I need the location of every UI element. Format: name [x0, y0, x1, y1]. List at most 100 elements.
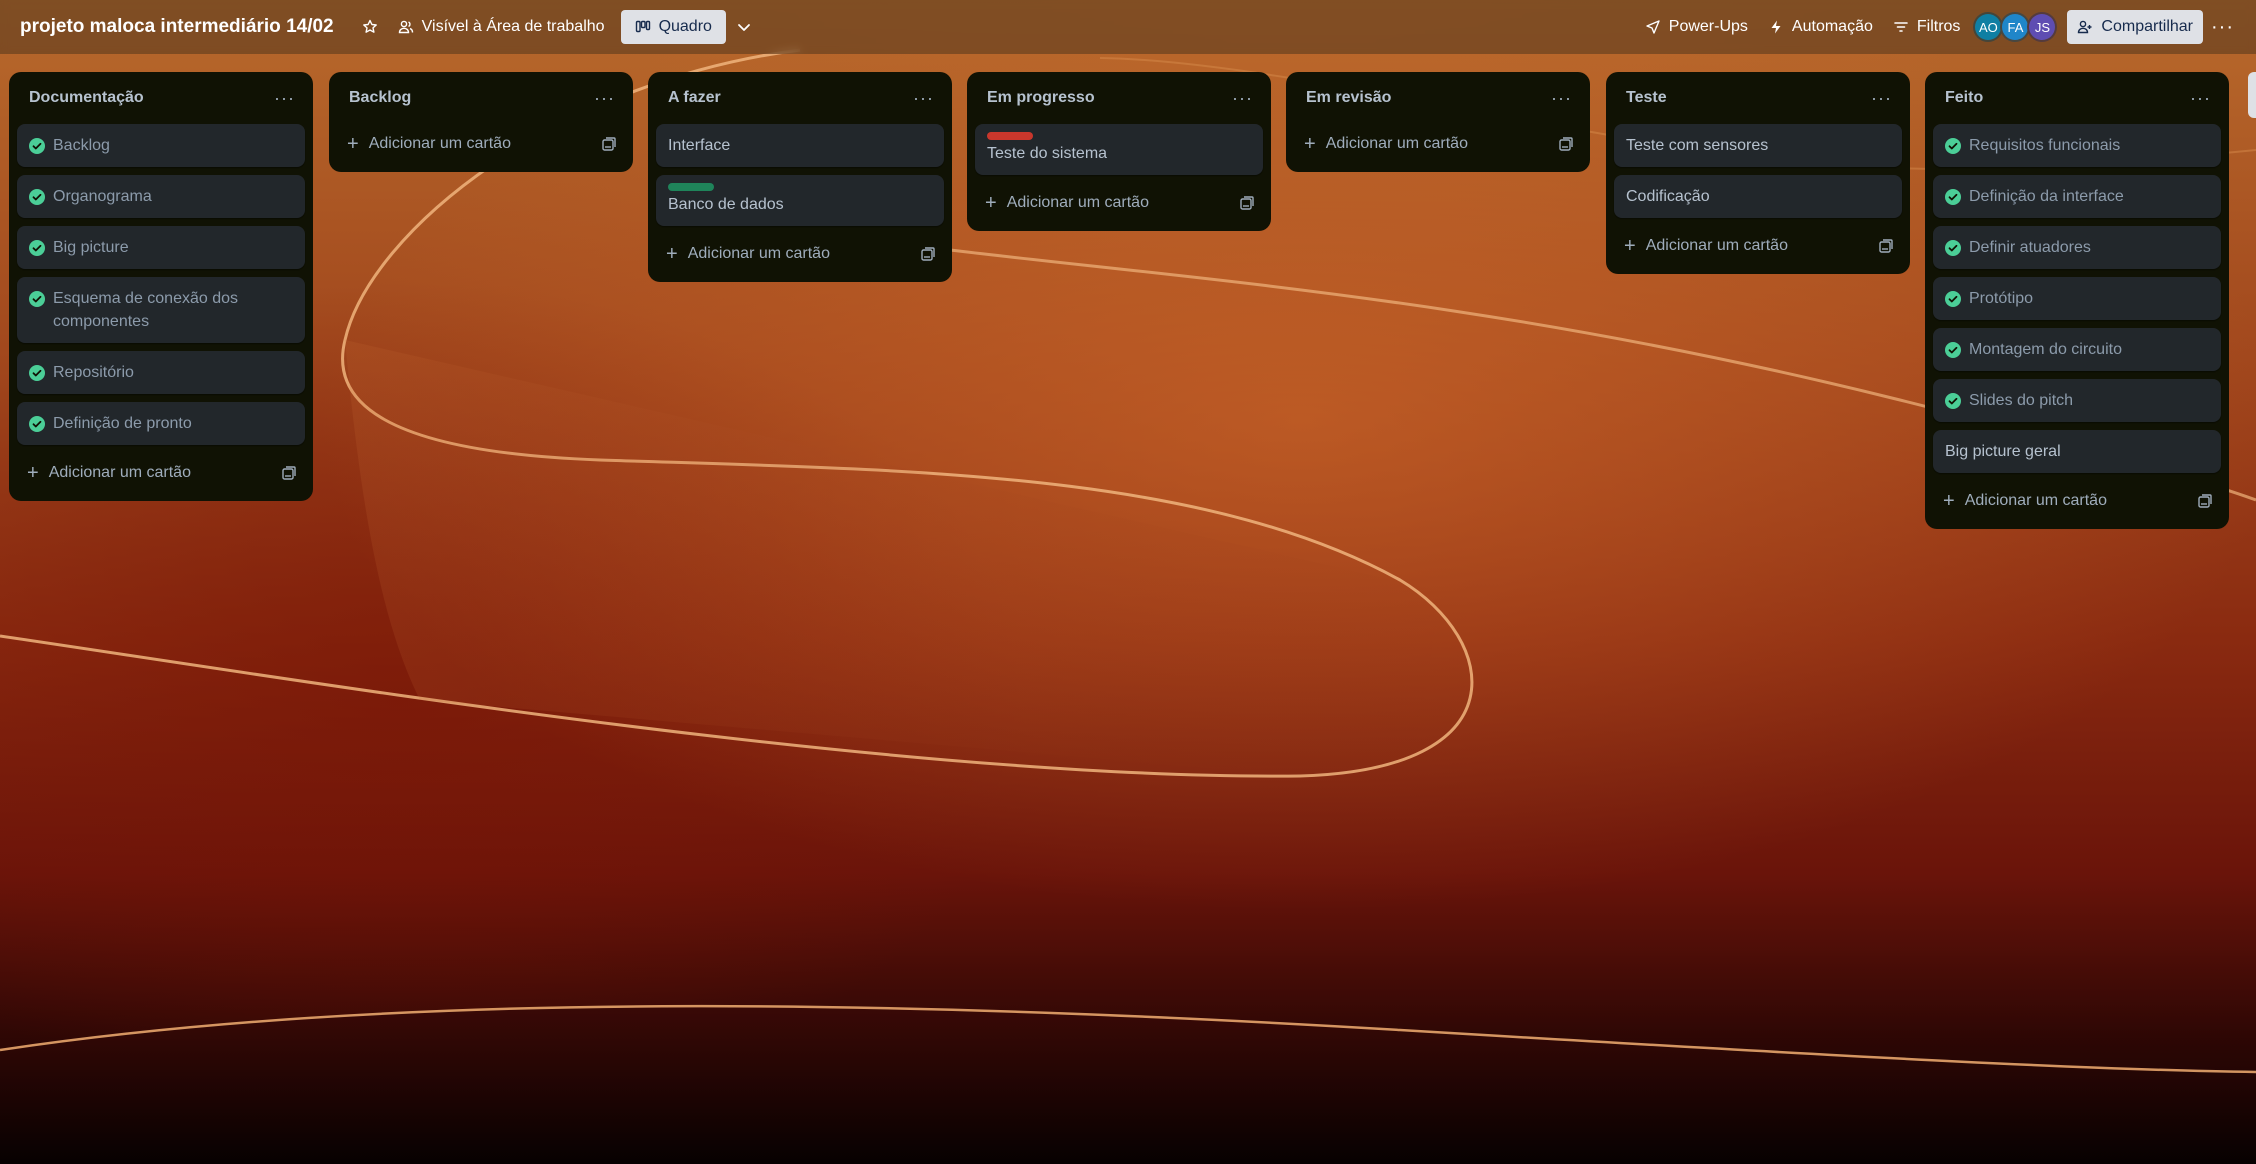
board-scroll-handle[interactable]	[2248, 72, 2256, 118]
list-menu-button[interactable]: ···	[2190, 88, 2211, 109]
list-title[interactable]: Em revisão	[1306, 89, 1391, 107]
view-switcher-button[interactable]	[726, 10, 762, 44]
list-column[interactable]: Backlog ··· + Adicionar um cartão	[329, 72, 633, 172]
list-title[interactable]: Teste	[1626, 89, 1667, 107]
share-button[interactable]: Compartilhar	[2067, 10, 2204, 44]
add-card-button[interactable]: + Adicionar um cartão	[985, 193, 1149, 213]
card[interactable]: Big picture geral	[1933, 430, 2221, 473]
add-card-label: Adicionar um cartão	[1325, 135, 1468, 152]
member-avatar[interactable]: JS	[2027, 12, 2058, 42]
check-circle-icon	[29, 189, 45, 205]
card-template-icon[interactable]	[281, 465, 297, 481]
rocket-icon	[1646, 20, 1660, 34]
card[interactable]: Organograma	[17, 175, 305, 218]
card-title: Esquema de conexão dos componentes	[53, 290, 239, 330]
list-column[interactable]: Documentação ··· Backlog Organograma Big pic…	[9, 72, 313, 501]
card[interactable]: Big picture	[17, 226, 305, 269]
plus-icon: +	[666, 243, 678, 265]
member-avatar[interactable]: FA	[2000, 12, 2031, 42]
add-card-label: Adicionar um cartão	[48, 464, 191, 481]
card-title: Interface	[668, 137, 731, 154]
people-icon	[398, 20, 413, 34]
card-title: Big picture	[53, 239, 129, 256]
card-template-icon[interactable]	[2197, 493, 2213, 509]
card[interactable]: Definir atuadores	[1933, 226, 2221, 269]
list-header: Backlog ···	[337, 72, 625, 124]
plus-icon: +	[1304, 133, 1316, 155]
card[interactable]: Interface	[656, 124, 944, 167]
list-column[interactable]: Teste ··· Teste com sensores Codificação + Ad…	[1606, 72, 1910, 274]
card-template-icon[interactable]	[920, 246, 936, 262]
list-header: Teste ···	[1614, 72, 1902, 124]
check-circle-icon	[29, 291, 45, 307]
add-card-label: Adicionar um cartão	[1964, 492, 2107, 509]
add-card-button[interactable]: + Adicionar um cartão	[27, 463, 191, 483]
plus-icon: +	[1624, 235, 1636, 257]
card[interactable]: Teste do sistema	[975, 124, 1263, 175]
add-card-button[interactable]: + Adicionar um cartão	[347, 134, 511, 154]
card-label[interactable]	[668, 183, 714, 191]
add-card-button[interactable]: + Adicionar um cartão	[1943, 491, 2107, 511]
card-title: Organograma	[53, 188, 152, 205]
list-column[interactable]: Em progresso ··· Teste do sistema + Adiciona…	[967, 72, 1271, 231]
add-card-row: + Adicionar um cartão	[1614, 226, 1902, 266]
card[interactable]: Backlog	[17, 124, 305, 167]
card[interactable]: Protótipo	[1933, 277, 2221, 320]
list-menu-button[interactable]: ···	[913, 88, 934, 109]
add-card-label: Adicionar um cartão	[1645, 237, 1788, 254]
automation-button[interactable]: Automação	[1758, 10, 1883, 44]
list-title[interactable]: Backlog	[349, 89, 411, 107]
powerups-label: Power-Ups	[1668, 18, 1748, 35]
list-title[interactable]: Em progresso	[987, 89, 1095, 107]
powerups-button[interactable]: Power-Ups	[1635, 10, 1758, 44]
list-menu-button[interactable]: ···	[1232, 88, 1253, 109]
list-menu-button[interactable]: ···	[274, 88, 295, 109]
star-board-button[interactable]	[352, 10, 388, 44]
card[interactable]: Montagem do circuito	[1933, 328, 2221, 371]
card-template-icon[interactable]	[601, 136, 617, 152]
add-card-row: + Adicionar um cartão	[1933, 481, 2221, 521]
list-title[interactable]: Feito	[1945, 89, 1983, 107]
list-menu-button[interactable]: ···	[1871, 88, 1892, 109]
card-template-icon[interactable]	[1558, 136, 1574, 152]
member-avatar[interactable]: AO	[1973, 12, 2004, 42]
card[interactable]: Esquema de conexão dos componentes	[17, 277, 305, 343]
board-members: AO FA JS	[1973, 12, 2058, 42]
card[interactable]: Slides do pitch	[1933, 379, 2221, 422]
list-title[interactable]: Documentação	[29, 89, 144, 107]
card[interactable]: Repositório	[17, 351, 305, 394]
card-title: Protótipo	[1969, 290, 2034, 307]
add-card-row: + Adicionar um cartão	[975, 183, 1263, 223]
add-card-button[interactable]: + Adicionar um cartão	[1624, 236, 1788, 256]
card-title: Requisitos funcionais	[1969, 137, 2121, 154]
list-menu-button[interactable]: ···	[594, 88, 615, 109]
add-card-button[interactable]: + Adicionar um cartão	[1304, 134, 1468, 154]
card-template-icon[interactable]	[1239, 195, 1255, 211]
visibility-button[interactable]: Visível à Área de trabalho	[388, 10, 615, 44]
card-title: Big picture geral	[1945, 443, 2061, 460]
card[interactable]: Codificação	[1614, 175, 1902, 218]
list-header: Documentação ···	[17, 72, 305, 124]
card-title: Teste do sistema	[987, 145, 1108, 162]
list-title[interactable]: A fazer	[668, 89, 721, 107]
list-column[interactable]: Feito ··· Requisitos funcionais Definição d…	[1925, 72, 2229, 529]
filters-button[interactable]: Filtros	[1883, 10, 1971, 44]
card-title: Definir atuadores	[1969, 239, 2091, 256]
list-column[interactable]: A fazer ··· Interface Banco de dados + Adicio…	[648, 72, 952, 282]
list-column[interactable]: Em revisão ··· + Adicionar um cartão	[1286, 72, 1590, 172]
card[interactable]: Definição da interface	[1933, 175, 2221, 218]
card[interactable]: Definição de pronto	[17, 402, 305, 445]
list-menu-button[interactable]: ···	[1551, 88, 1572, 109]
board-view-button[interactable]: Quadro	[620, 10, 726, 44]
card-label[interactable]	[987, 132, 1033, 140]
card[interactable]: Teste com sensores	[1614, 124, 1902, 167]
card[interactable]: Requisitos funcionais	[1933, 124, 2221, 167]
check-circle-icon	[1945, 393, 1961, 409]
board-menu-button[interactable]: ···	[2203, 10, 2242, 44]
plus-icon: +	[347, 133, 359, 155]
add-card-button[interactable]: + Adicionar um cartão	[666, 244, 830, 264]
card-template-icon[interactable]	[1878, 238, 1894, 254]
card[interactable]: Banco de dados	[656, 175, 944, 226]
board-title[interactable]: projeto maloca intermediário 14/02	[20, 16, 334, 38]
add-card-row: + Adicionar um cartão	[17, 453, 305, 493]
